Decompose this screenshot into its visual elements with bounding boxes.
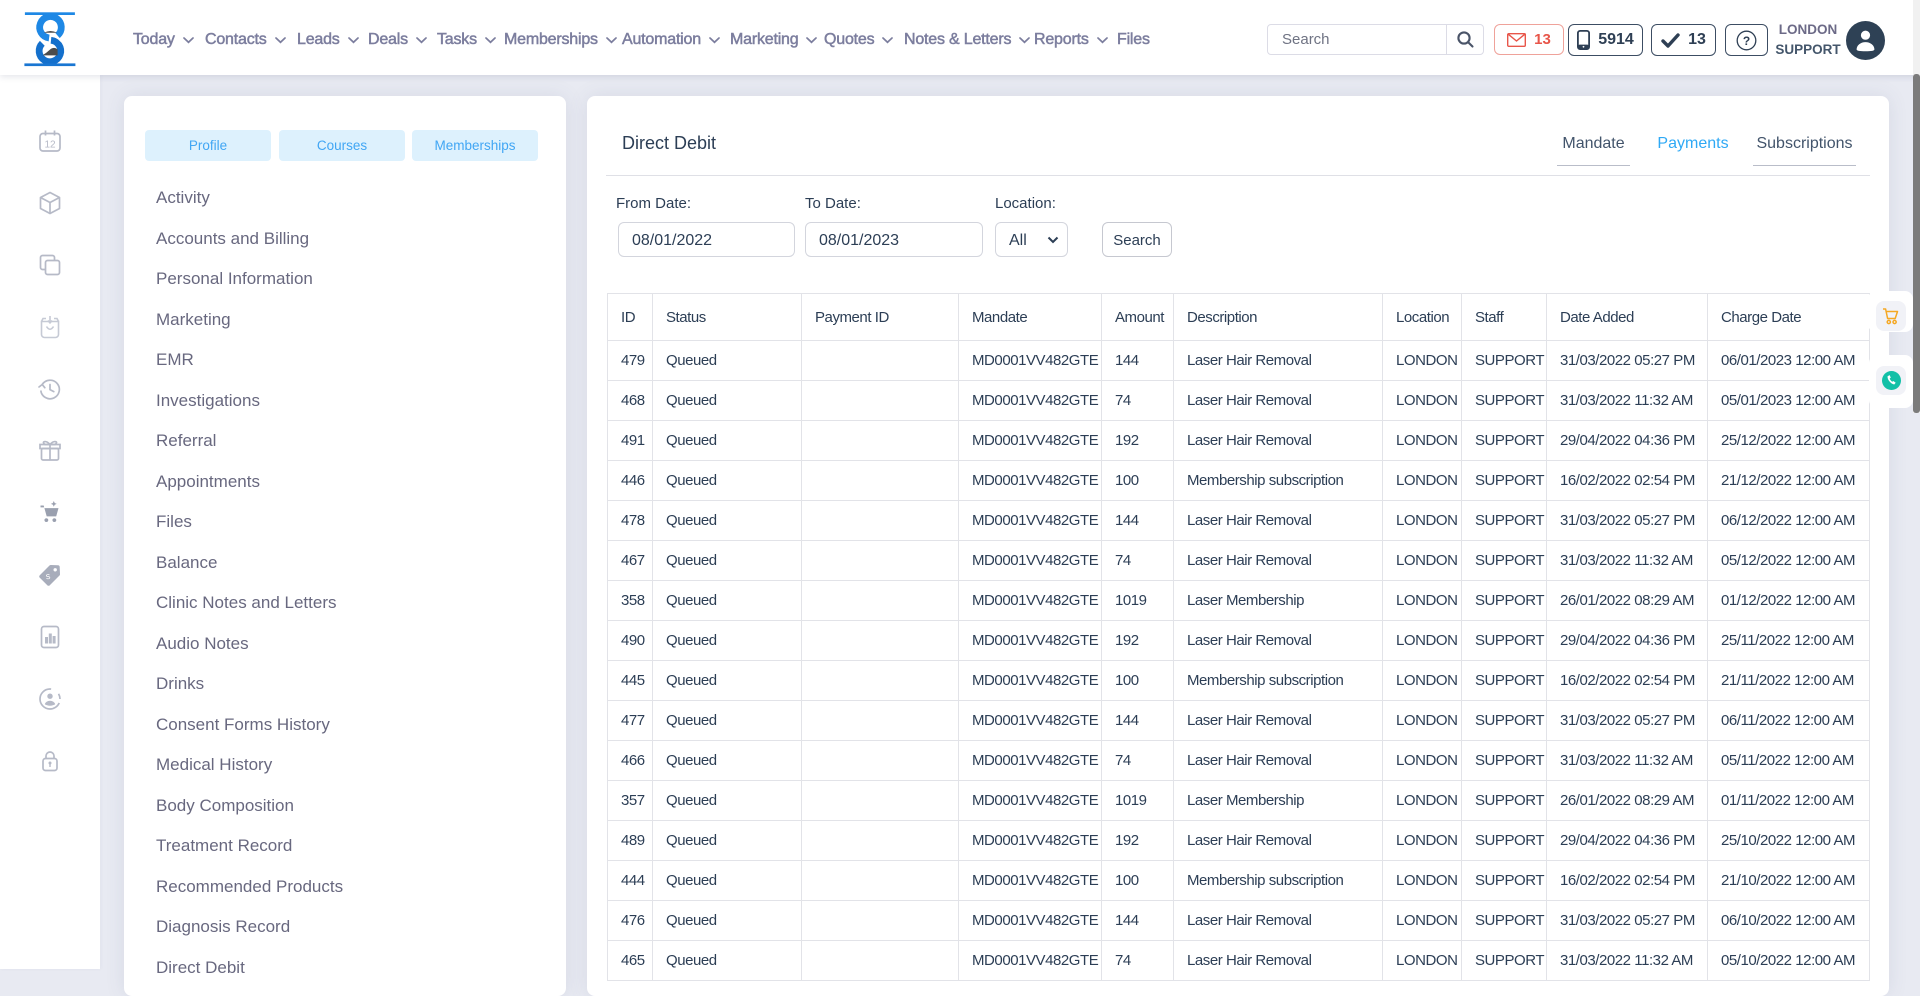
- svg-text:12: 12: [44, 140, 56, 151]
- svg-text:?: ?: [1743, 34, 1750, 48]
